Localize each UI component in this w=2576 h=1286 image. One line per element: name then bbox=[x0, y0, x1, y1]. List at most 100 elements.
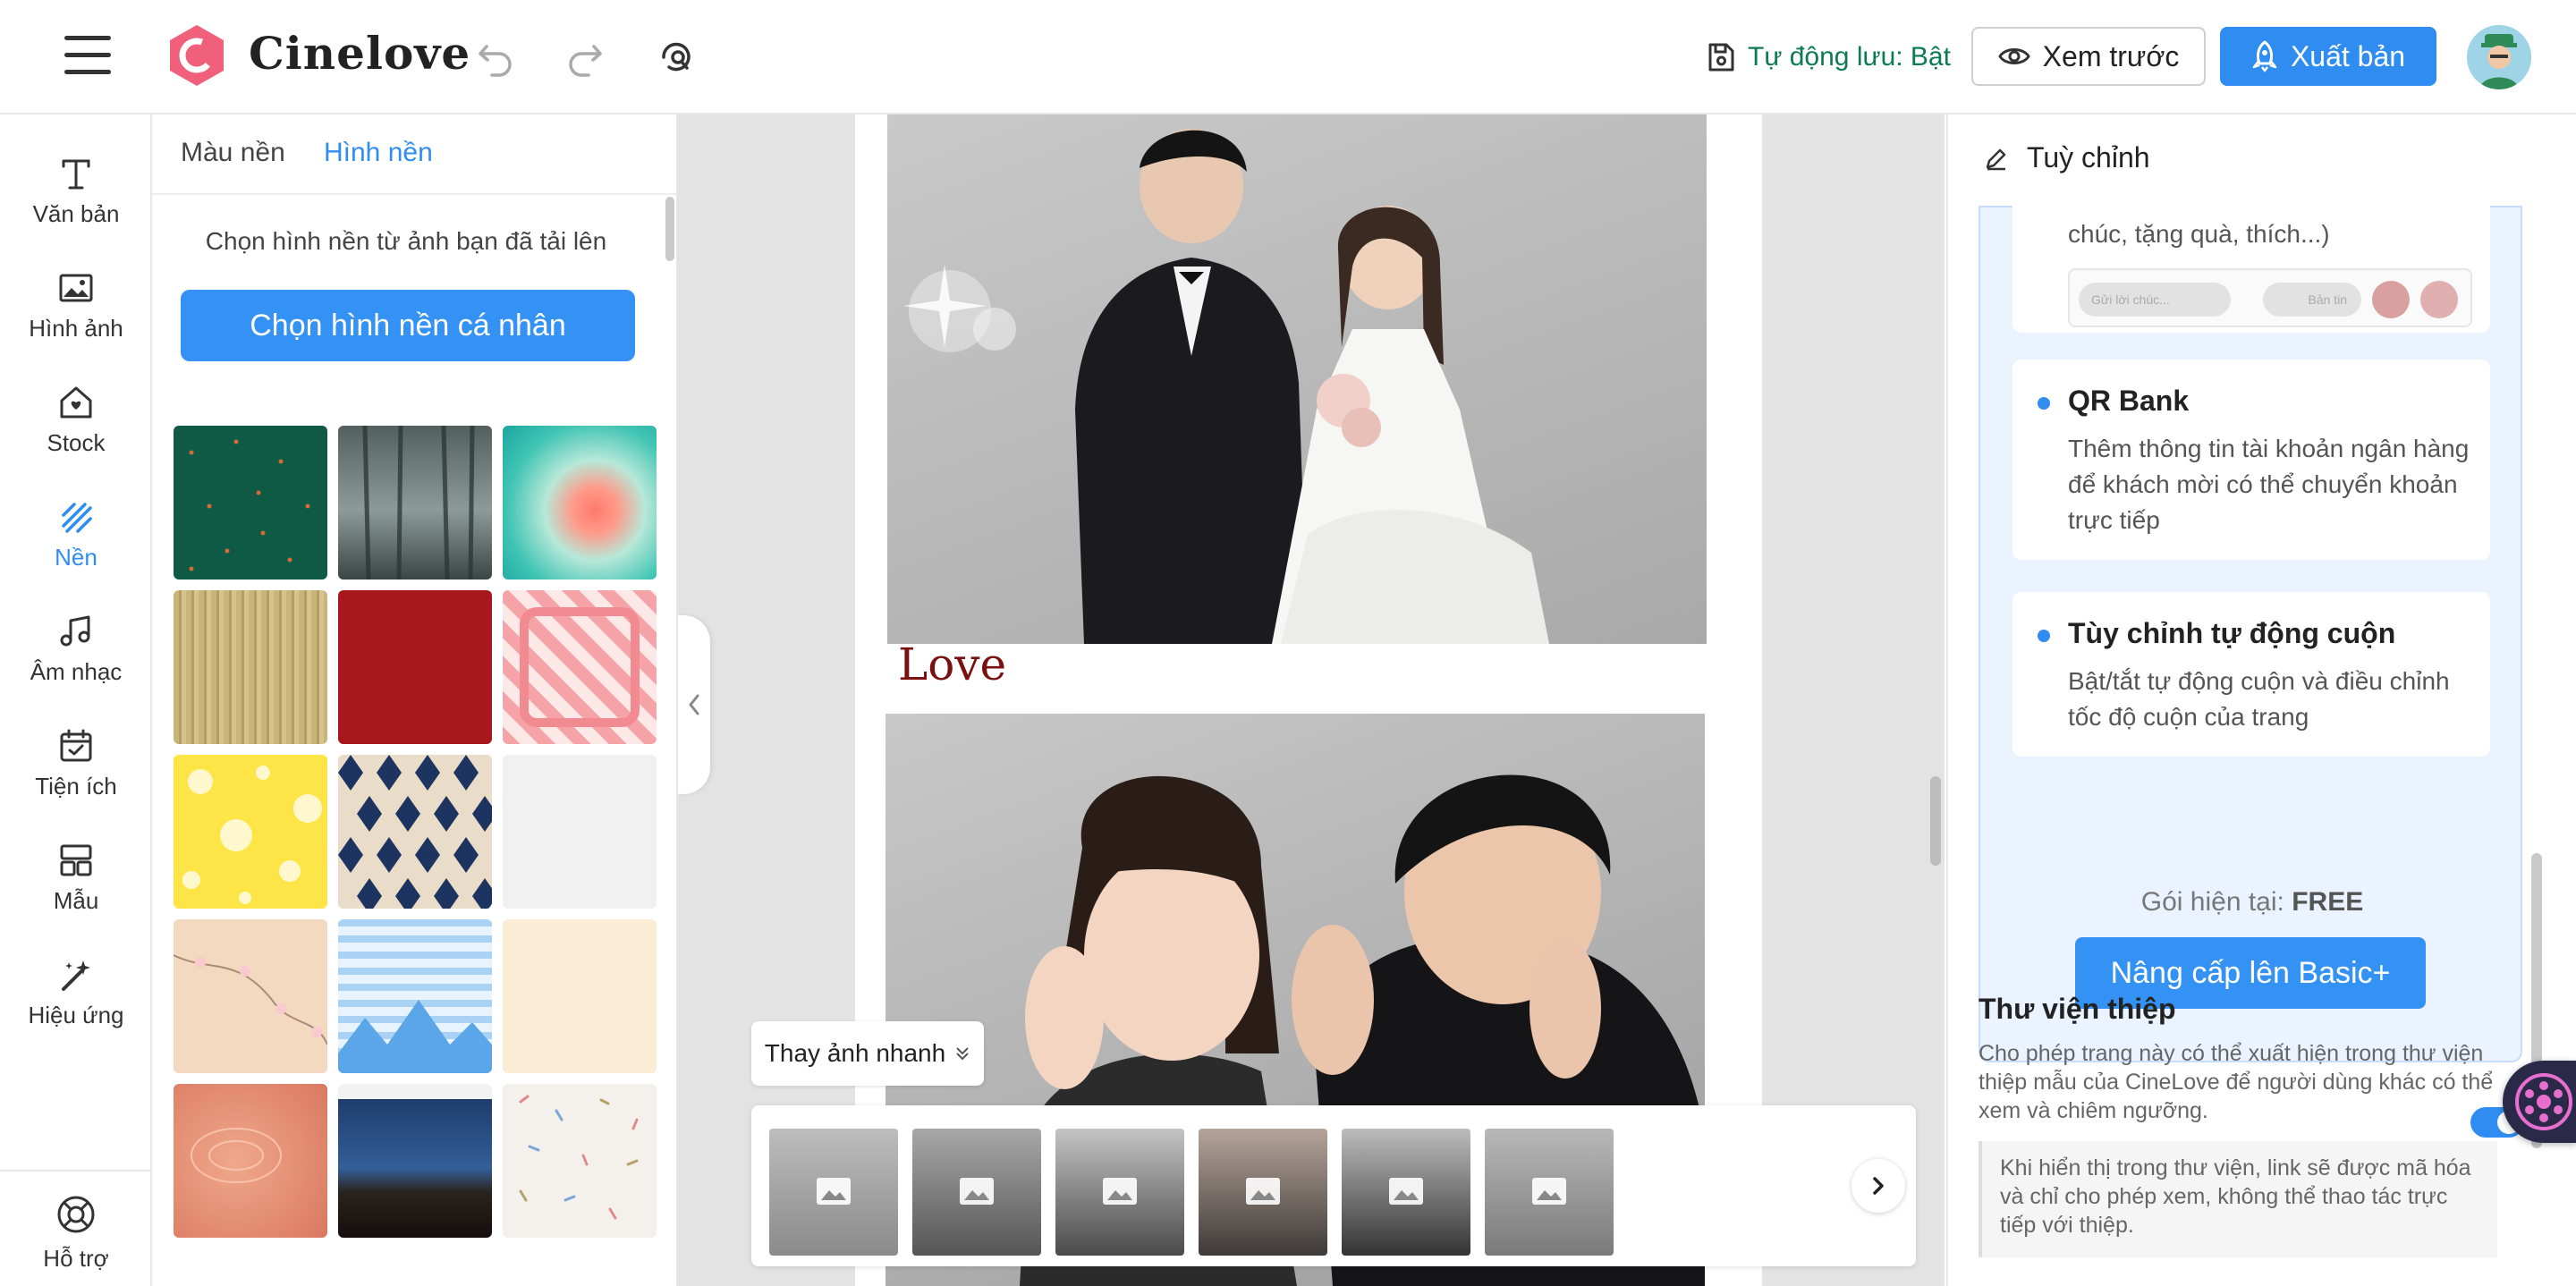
panel-title: Tuỳ chỉnh bbox=[2027, 141, 2150, 173]
background-swatch[interactable] bbox=[503, 426, 657, 580]
rail-item-image[interactable]: Hình ảnh bbox=[0, 250, 152, 349]
stock-icon bbox=[60, 386, 92, 419]
preview-label: Xem trước bbox=[2042, 39, 2180, 72]
rail-item-label: Mẫu bbox=[53, 887, 99, 914]
tab-color-background[interactable]: Màu nền bbox=[181, 138, 285, 168]
rocket-icon bbox=[2252, 40, 2277, 72]
redo-icon[interactable] bbox=[565, 38, 605, 77]
background-swatch[interactable] bbox=[174, 1084, 327, 1238]
feature-title: Tùy chỉnh tự động cuộn bbox=[2068, 617, 2396, 649]
filmstrip-next-button[interactable] bbox=[1852, 1159, 1905, 1213]
choose-custom-background-button[interactable]: Chọn hình nền cá nhân bbox=[181, 290, 635, 361]
magic-wand-icon bbox=[62, 960, 90, 991]
bullet-icon bbox=[2038, 630, 2050, 642]
lifebuoy-icon bbox=[57, 1196, 95, 1233]
help-button[interactable]: Hỗ trợ bbox=[0, 1170, 152, 1286]
background-panel: Màu nền Hình nền Chọn hình nền từ ảnh bạ… bbox=[152, 114, 678, 1286]
premium-features-box: chúc, tặng quà, thích...) Gửi lời chúc..… bbox=[1979, 190, 2522, 1062]
feature-preview: Gửi lời chúc... Bản tin bbox=[2068, 268, 2472, 327]
history-search-icon[interactable] bbox=[657, 38, 696, 77]
tool-rail: Văn bản Hình ảnh Stock Nền Âm nhạc Tiện … bbox=[0, 114, 152, 1286]
rail-item-label: Stock bbox=[47, 429, 106, 456]
collapse-panel-button[interactable] bbox=[678, 615, 710, 794]
pencil-icon bbox=[1986, 148, 2006, 170]
canvas-scrollbar[interactable] bbox=[1930, 776, 1941, 866]
plan-prefix: Gói hiện tại: bbox=[2140, 887, 2292, 917]
quick-swap-label: Thay ảnh nhanh bbox=[764, 1039, 946, 1067]
image-placeholder-icon bbox=[960, 1178, 994, 1205]
wedding-photo[interactable] bbox=[887, 114, 1707, 644]
chevron-left-icon bbox=[689, 694, 699, 715]
photo-thumbnail[interactable] bbox=[1342, 1129, 1470, 1256]
rail-item-effects[interactable]: Hiệu ứng bbox=[0, 937, 152, 1036]
publish-button[interactable]: Xuất bản bbox=[2220, 27, 2436, 86]
preview-like-icon bbox=[2420, 281, 2458, 318]
rail-item-label: Văn bản bbox=[32, 200, 120, 227]
background-swatch[interactable] bbox=[338, 426, 492, 580]
help-label: Hỗ trợ bbox=[43, 1245, 109, 1272]
photo-thumbnail[interactable] bbox=[769, 1129, 898, 1256]
rail-item-stock[interactable]: Stock bbox=[0, 365, 152, 463]
library-note: Khi hiển thị trong thư viện, link sẽ đượ… bbox=[1979, 1141, 2497, 1257]
user-avatar[interactable] bbox=[2467, 25, 2531, 89]
quick-swap-photo-dropdown[interactable]: Thay ảnh nhanh bbox=[751, 1021, 984, 1086]
hamburger-menu-icon[interactable] bbox=[64, 36, 111, 77]
library-title: Thư viện thiệp bbox=[1979, 993, 2176, 1025]
editor-canvas: Love Thay ảnh nhanh bbox=[678, 114, 1945, 1286]
image-placeholder-icon bbox=[1532, 1178, 1566, 1205]
photo-thumbnail[interactable] bbox=[1055, 1129, 1184, 1256]
background-swatch[interactable] bbox=[503, 590, 657, 744]
background-swatch[interactable] bbox=[338, 755, 492, 909]
image-placeholder-icon bbox=[817, 1178, 851, 1205]
calendar-icon bbox=[60, 729, 92, 762]
photo-thumbnail[interactable] bbox=[1199, 1129, 1327, 1256]
background-hint: Chọn hình nền từ ảnh bạn đã tải lên bbox=[205, 227, 607, 255]
logo-icon bbox=[170, 25, 224, 86]
background-icon bbox=[62, 503, 92, 533]
image-placeholder-icon bbox=[1246, 1178, 1280, 1205]
preview-wish-input: Gửi lời chúc... bbox=[2079, 283, 2231, 317]
feature-card-qr-bank: QR Bank Thêm thông tin tài khoản ngân hà… bbox=[2012, 360, 2490, 560]
image-icon bbox=[59, 274, 93, 302]
feature-card-wishes: chúc, tặng quà, thích...) Gửi lời chúc..… bbox=[2012, 190, 2490, 333]
tab-image-background[interactable]: Hình nền bbox=[324, 138, 433, 168]
plan-name: FREE bbox=[2292, 887, 2364, 917]
background-swatch[interactable] bbox=[338, 1084, 492, 1238]
background-swatch[interactable] bbox=[503, 755, 657, 909]
feature-desc: Bật/tắt tự động cuộn và điều chỉnh tốc đ… bbox=[2068, 667, 2450, 731]
background-swatch[interactable] bbox=[503, 919, 657, 1073]
template-icon bbox=[60, 844, 92, 876]
background-swatch[interactable] bbox=[503, 1084, 657, 1238]
rail-item-text[interactable]: Văn bản bbox=[0, 136, 152, 234]
background-tabs: Màu nền Hình nền bbox=[152, 114, 676, 195]
preview-button[interactable]: Xem trước bbox=[1971, 27, 2206, 86]
rail-item-label: Tiện ích bbox=[35, 773, 117, 800]
background-swatch[interactable] bbox=[174, 919, 327, 1073]
rail-item-templates[interactable]: Mẫu bbox=[0, 823, 152, 921]
feature-card-auto-scroll: Tùy chỉnh tự động cuộn Bật/tắt tự động c… bbox=[2012, 592, 2490, 757]
background-swatch[interactable] bbox=[338, 919, 492, 1073]
floating-assistant-button[interactable] bbox=[2503, 1061, 2576, 1143]
autosave-status[interactable]: Tự động lưu: Bật bbox=[1707, 32, 1951, 82]
photo-thumbnail[interactable] bbox=[1485, 1129, 1614, 1256]
background-swatch[interactable] bbox=[174, 755, 327, 909]
image-placeholder-icon bbox=[1103, 1178, 1137, 1205]
love-heading[interactable]: Love bbox=[898, 639, 1006, 690]
save-icon bbox=[1708, 43, 1734, 72]
music-icon bbox=[60, 615, 90, 647]
background-swatch[interactable] bbox=[174, 426, 327, 580]
background-swatch[interactable] bbox=[174, 590, 327, 744]
image-placeholder-icon bbox=[1389, 1178, 1423, 1205]
rail-item-background[interactable]: Nền bbox=[0, 479, 152, 578]
library-desc: Cho phép trang này có thể xuất hiện tron… bbox=[1979, 1041, 2494, 1123]
panel-scrollbar[interactable] bbox=[665, 197, 674, 261]
rail-item-utilities[interactable]: Tiện ích bbox=[0, 708, 152, 807]
double-chevron-down-icon bbox=[956, 1047, 969, 1061]
panel-header: Tuỳ chỉnh bbox=[1984, 141, 2150, 174]
undo-icon[interactable] bbox=[476, 38, 515, 77]
rail-item-label: Hình ảnh bbox=[29, 315, 123, 342]
rail-item-music[interactable]: Âm nhạc bbox=[0, 594, 152, 692]
autosave-label: Tự động lưu: Bật bbox=[1748, 42, 1951, 72]
photo-thumbnail[interactable] bbox=[912, 1129, 1041, 1256]
background-swatch[interactable] bbox=[338, 590, 492, 744]
